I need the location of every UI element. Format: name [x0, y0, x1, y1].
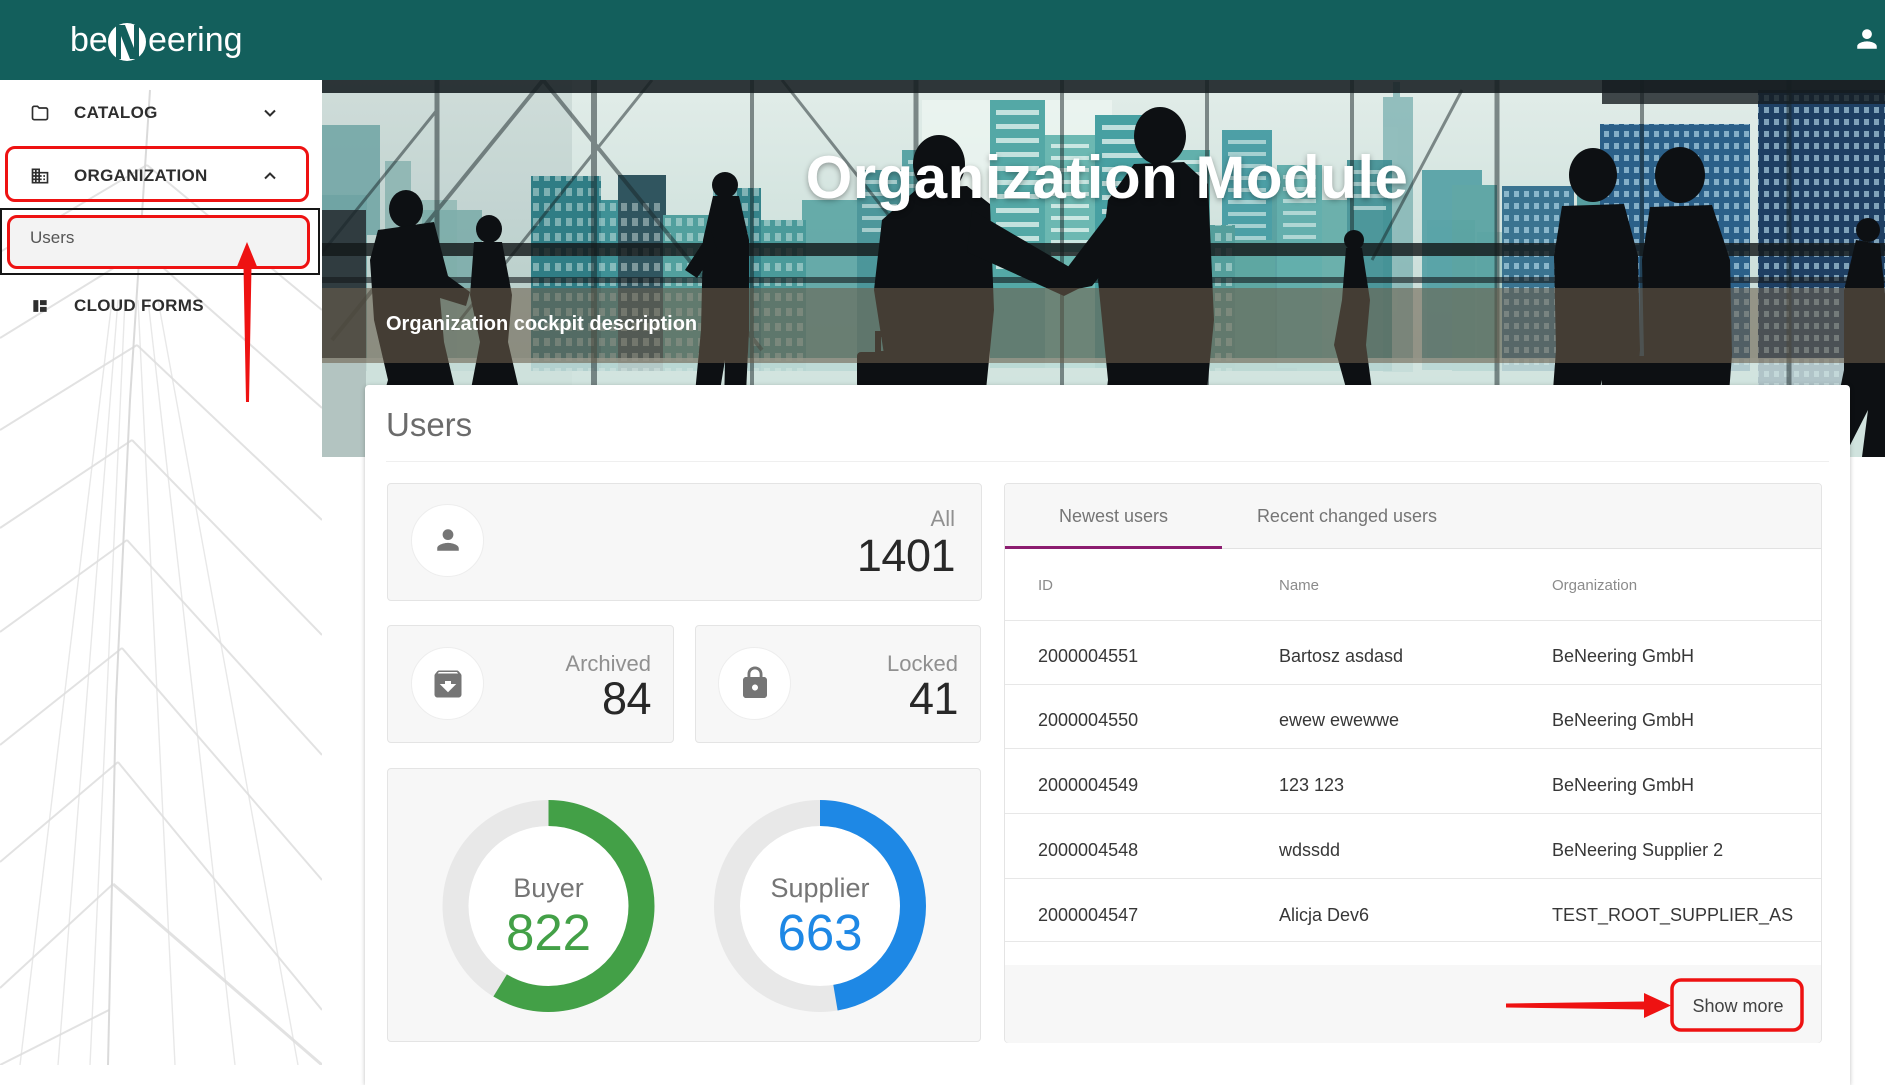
svg-text:Buyer: Buyer [513, 873, 584, 903]
svg-text:663: 663 [777, 904, 862, 961]
svg-text:822: 822 [506, 904, 591, 961]
svg-text:Supplier: Supplier [770, 873, 869, 903]
svg-text:be: be [70, 21, 108, 59]
svg-text:eering: eering [148, 21, 243, 59]
